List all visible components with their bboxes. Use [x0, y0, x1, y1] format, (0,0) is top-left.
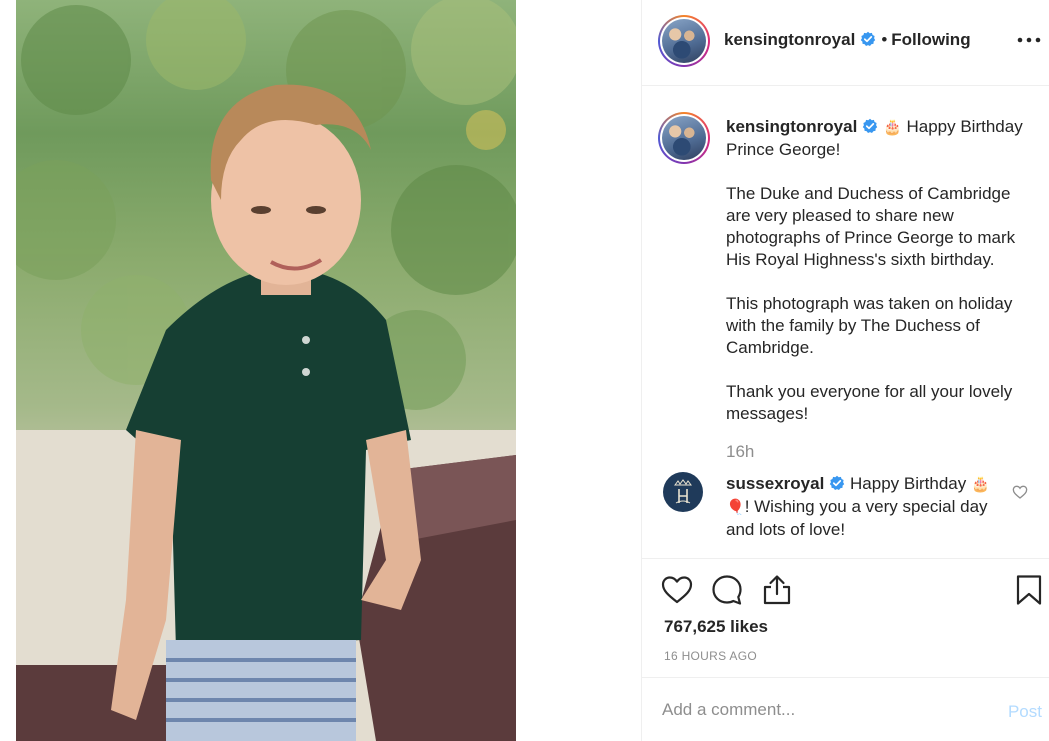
- post-photo[interactable]: [16, 0, 516, 741]
- caption-author-username[interactable]: kensingtonroyal: [726, 117, 857, 136]
- post-comment-button[interactable]: Post: [1008, 702, 1042, 722]
- verified-badge-icon: [861, 31, 876, 46]
- caption-paragraph-3: This photograph was taken on holiday wit…: [726, 294, 1013, 357]
- add-comment-bar: Post: [642, 677, 1049, 741]
- verified-badge-icon: [863, 118, 878, 133]
- author-avatar[interactable]: [658, 15, 710, 67]
- comment-text-part2: ! Wishing you a very special day and lot…: [726, 497, 988, 539]
- separator-dot: •: [881, 30, 888, 49]
- photo-illustration: [16, 0, 516, 741]
- follow-status-button[interactable]: Following: [891, 30, 970, 49]
- more-options-icon[interactable]: [1014, 30, 1044, 50]
- comment-input[interactable]: [662, 700, 962, 720]
- bookmark-icon[interactable]: [1012, 573, 1046, 607]
- monogram-icon: [674, 479, 692, 504]
- post-actions: 767,625 likes 16 HOURS AGO: [642, 558, 1049, 677]
- caption-author-avatar[interactable]: [658, 112, 710, 164]
- caption-paragraph-4: Thank you everyone for all your lovely m…: [726, 382, 1013, 423]
- commenter-avatar[interactable]: [663, 472, 703, 512]
- caption-paragraph-2: The Duke and Duchess of Cambridge are ve…: [726, 184, 1016, 269]
- post-media-panel: [0, 0, 641, 741]
- share-icon[interactable]: [760, 573, 794, 607]
- comment-text: sussexroyal Happy Birthday 🎂 🎈! Wishing …: [726, 473, 1004, 541]
- verified-badge-icon: [830, 475, 845, 490]
- likes-count[interactable]: 767,625 likes: [664, 617, 768, 637]
- cake-emoji: 🎂: [971, 476, 990, 493]
- caption-text: kensingtonroyal 🎂 Happy Birthday Prince …: [726, 116, 1036, 425]
- comment-icon[interactable]: [710, 573, 744, 607]
- post-time-ago[interactable]: 16 HOURS AGO: [664, 649, 757, 663]
- small-heart-icon[interactable]: [1012, 484, 1028, 500]
- heart-icon[interactable]: [660, 573, 694, 607]
- post-header: kensingtonroyal • Following: [642, 0, 1049, 86]
- post-side-panel: kensingtonroyal • Following kensingtonroya…: [641, 0, 1049, 741]
- balloon-emoji: 🎈: [726, 499, 745, 516]
- author-username[interactable]: kensingtonroyal: [724, 30, 855, 49]
- author-line: kensingtonroyal • Following: [724, 30, 971, 50]
- comment-text-part1: Happy Birthday: [850, 474, 967, 493]
- commenter-username[interactable]: sussexroyal: [726, 474, 824, 493]
- caption-timestamp[interactable]: 16h: [726, 442, 754, 462]
- cake-emoji: 🎂: [883, 119, 902, 136]
